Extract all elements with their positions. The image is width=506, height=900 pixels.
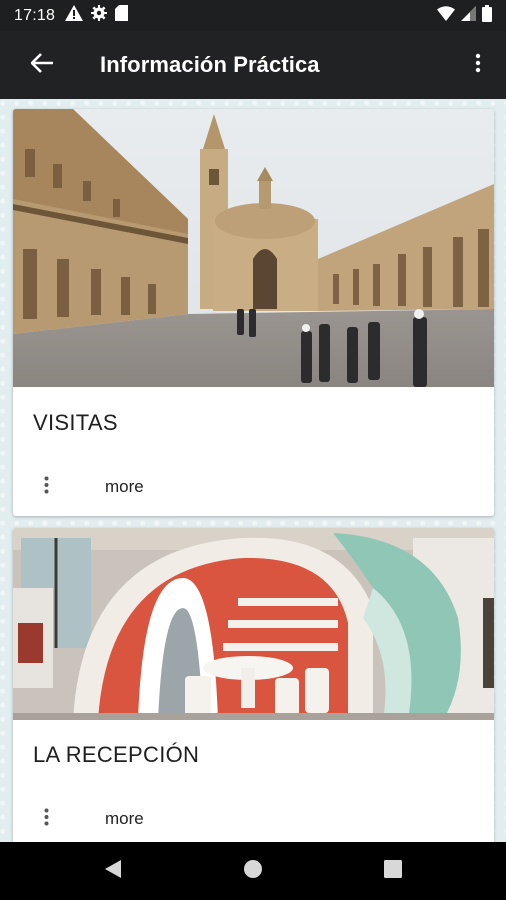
more-vert-icon	[475, 53, 481, 78]
card-menu-button[interactable]	[34, 469, 58, 505]
more-button[interactable]: more	[101, 803, 148, 835]
status-bar: 17:18	[0, 0, 506, 31]
card-image-visitas	[13, 109, 494, 387]
settings-icon	[91, 5, 108, 26]
arrow-back-icon	[30, 52, 53, 78]
nav-recents-button[interactable]	[373, 851, 413, 891]
card-la-recepcion[interactable]: LA RECEPCIÓN more	[13, 528, 494, 842]
status-time: 17:18	[14, 6, 56, 24]
wifi-icon	[437, 5, 455, 26]
app-toolbar: Información Práctica	[0, 31, 506, 99]
nav-home-button[interactable]	[233, 851, 273, 891]
home-circle-icon	[243, 859, 263, 884]
page-title: Información Práctica	[100, 52, 320, 77]
card-list[interactable]: VISITAS more LA RECEPCIÓN more	[0, 99, 506, 842]
signal-icon	[461, 5, 476, 26]
card-actions: more	[13, 799, 494, 839]
overflow-menu-button[interactable]	[464, 41, 492, 89]
nav-back-button[interactable]	[93, 851, 133, 891]
card-visitas[interactable]: VISITAS more	[13, 109, 494, 516]
card-title-visitas: VISITAS	[33, 410, 118, 435]
back-button[interactable]	[14, 37, 70, 93]
card-actions: more	[13, 467, 494, 507]
card-menu-button[interactable]	[34, 801, 58, 837]
more-button[interactable]: more	[101, 471, 148, 503]
warning-icon	[65, 5, 84, 26]
more-vert-icon	[44, 808, 49, 831]
card-image-la-recepcion	[13, 528, 494, 720]
system-nav-bar	[0, 842, 506, 900]
sd-card-icon	[115, 5, 129, 26]
recents-square-icon	[384, 859, 402, 883]
back-triangle-icon	[104, 859, 122, 884]
battery-icon	[482, 4, 492, 27]
more-vert-icon	[44, 476, 49, 499]
card-title-la-recepcion: LA RECEPCIÓN	[33, 742, 200, 767]
